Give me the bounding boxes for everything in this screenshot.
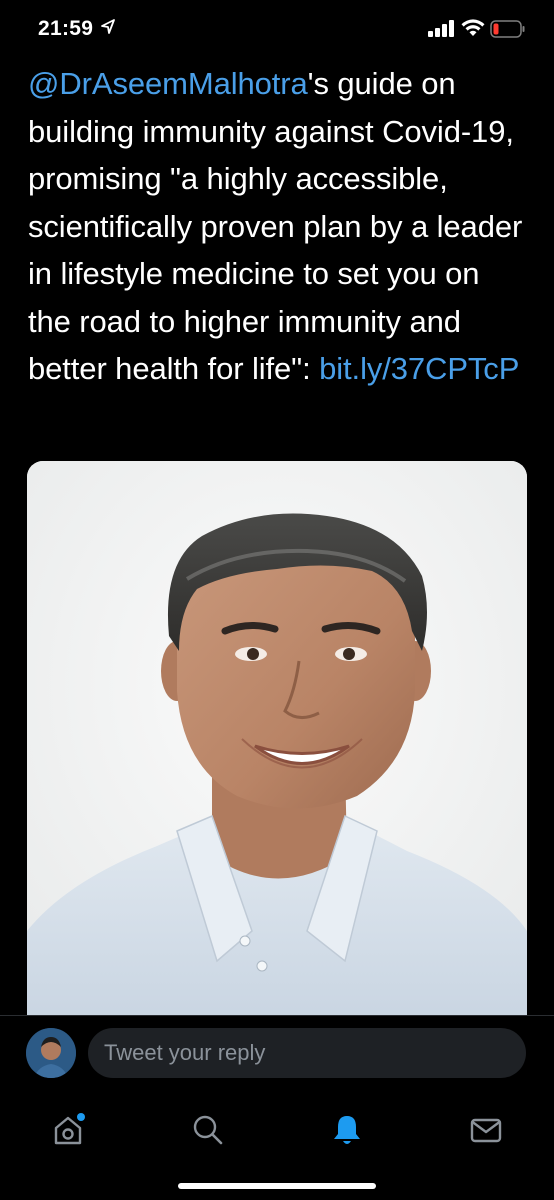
- tweet-text: @DrAseemMalhotra's guide on building imm…: [28, 60, 528, 393]
- avatar[interactable]: [26, 1028, 76, 1078]
- notifications-bell-icon: [334, 1116, 360, 1144]
- reply-input[interactable]: Tweet your reply: [88, 1028, 526, 1078]
- tab-search[interactable]: [178, 1105, 238, 1155]
- tweet-body: 's guide on building immunity against Co…: [28, 66, 523, 386]
- tab-messages[interactable]: [456, 1105, 516, 1155]
- tab-home[interactable]: [38, 1105, 98, 1155]
- reply-bar: Tweet your reply: [0, 1015, 554, 1096]
- search-icon: [193, 1115, 223, 1145]
- home-indicator[interactable]: [178, 1183, 376, 1189]
- status-bar: 21:59: [0, 0, 554, 60]
- location-arrow-icon: [101, 19, 115, 34]
- status-time: 21:59: [38, 17, 94, 40]
- unread-dot: [77, 1113, 85, 1121]
- home-icon: [54, 1113, 85, 1145]
- tab-notifications[interactable]: [317, 1105, 377, 1155]
- tweet-image[interactable]: [27, 461, 527, 1021]
- messages-icon: [470, 1118, 502, 1143]
- mention-link[interactable]: @DrAseemMalhotra: [28, 66, 308, 101]
- cellular-signal-icon: [428, 20, 454, 37]
- battery-low-icon: [490, 20, 525, 38]
- portrait-photo: [27, 461, 527, 1021]
- url-link[interactable]: bit.ly/37CPTcP: [319, 351, 519, 386]
- wifi-icon: [461, 19, 485, 36]
